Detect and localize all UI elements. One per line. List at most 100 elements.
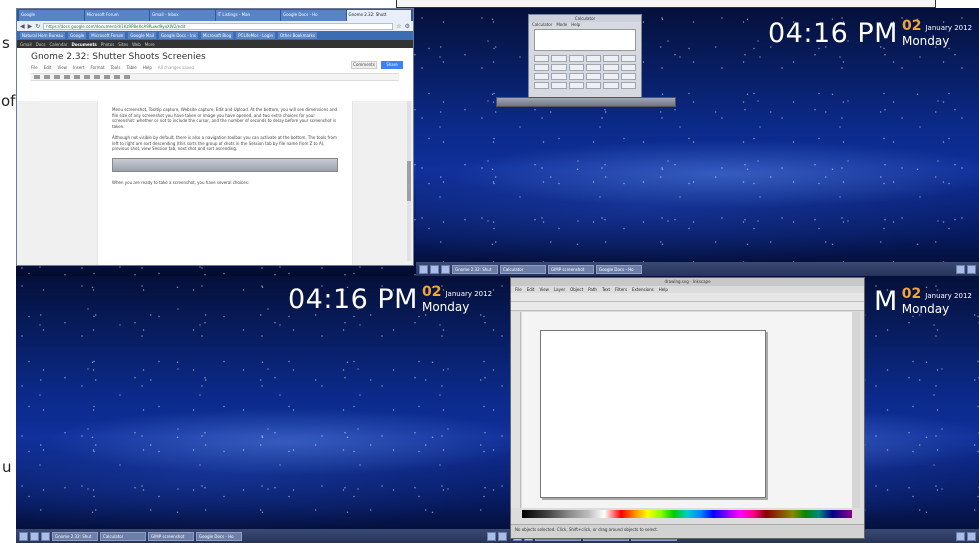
browser-icon[interactable] (441, 264, 450, 274)
italic-icon[interactable] (84, 75, 90, 79)
calc-key[interactable] (534, 64, 550, 71)
calc-key[interactable] (568, 73, 584, 80)
ink-menu-item[interactable]: Extensions (632, 286, 654, 293)
inkscape-vertical-scrollbar[interactable] (852, 312, 860, 508)
bookmark-item[interactable]: PCLifeMor - Login (236, 32, 275, 39)
calc-key[interactable] (551, 82, 567, 89)
calc-menu-item[interactable]: Calculator (532, 22, 552, 27)
browser-icon[interactable] (41, 531, 50, 541)
calculator-window[interactable]: Calculator Calculator Mode Help (528, 14, 642, 102)
calc-key[interactable] (534, 55, 550, 62)
inkscape-toolbox[interactable] (511, 312, 521, 508)
calc-key[interactable] (620, 73, 636, 80)
align-icon[interactable] (124, 75, 130, 79)
doc-menu-item[interactable]: Help (143, 65, 152, 70)
terminal-icon[interactable] (30, 531, 39, 541)
ink-menu-item[interactable]: Help (659, 286, 668, 293)
ink-menu-item[interactable]: Filters (615, 286, 627, 293)
ink-menu-item[interactable]: View (539, 286, 549, 293)
star-icon[interactable]: ☆ (396, 23, 401, 30)
url-input[interactable]: https://docs.google.com/document/d/1Kz9P… (43, 22, 394, 30)
calc-key[interactable] (551, 73, 567, 80)
comments-button[interactable]: Comments (351, 61, 377, 69)
calc-key[interactable] (568, 64, 584, 71)
calc-key[interactable] (620, 82, 636, 89)
list-icon[interactable] (114, 75, 120, 79)
doc-menu-item[interactable]: Table (126, 65, 136, 70)
calc-key[interactable] (568, 82, 584, 89)
app-link[interactable]: Sites (118, 42, 128, 47)
calc-key[interactable] (585, 64, 602, 71)
calc-key[interactable] (585, 82, 602, 89)
taskbar-task[interactable]: GIMP screenshot (548, 264, 594, 274)
calc-key[interactable] (568, 55, 584, 62)
taskbar-task[interactable]: Gnome 2.32: Shut (52, 531, 98, 541)
calc-key[interactable] (585, 73, 602, 80)
doc-title[interactable]: Gnome 2.32: Shutter Shoots Screenies (31, 52, 399, 62)
browser-tab[interactable]: IT Listings - Man (215, 10, 280, 21)
ink-menu-item[interactable]: Edit (527, 286, 535, 293)
doc-menu-item[interactable]: File (31, 65, 38, 70)
inkscape-page[interactable] (540, 330, 766, 498)
browser-window[interactable]: Google Microsoft Forum Gmail - Inbox IT … (16, 8, 414, 266)
inkscape-canvas[interactable] (522, 312, 852, 508)
link-icon[interactable] (104, 75, 110, 79)
calc-menu-item[interactable]: Help (571, 22, 580, 27)
browser-tab-active[interactable]: Gnome 2.32: Shutt (346, 10, 411, 21)
menu-icon[interactable] (19, 531, 28, 541)
inkscape-tool-controls[interactable] (511, 302, 864, 311)
calc-key[interactable] (603, 55, 619, 62)
doc-menu-item[interactable]: Insert (73, 65, 84, 70)
volume-icon[interactable] (956, 264, 965, 274)
bookmark-item[interactable]: Natural Horn Bureau (20, 32, 66, 39)
reload-icon[interactable]: ↻ (35, 23, 40, 30)
volume-icon[interactable] (487, 531, 496, 541)
wrench-icon[interactable]: ⚙ (405, 23, 410, 30)
bookmark-item[interactable]: Google (68, 32, 87, 39)
terminal-icon[interactable] (430, 264, 439, 274)
taskbar-task[interactable]: Calculator (500, 264, 546, 274)
calc-key[interactable] (585, 55, 602, 62)
forward-icon[interactable]: ▶ (28, 23, 33, 30)
taskbar-task[interactable]: Gnome 2.32: Shut (452, 264, 498, 274)
doc-paragraph[interactable]: Although not visible by default, there i… (112, 135, 338, 152)
calc-key[interactable] (534, 82, 550, 89)
calc-key[interactable] (534, 73, 550, 80)
bookmark-item[interactable]: Microsoft Forum (89, 32, 126, 39)
calc-key[interactable] (603, 82, 619, 89)
back-icon[interactable]: ◀ (20, 23, 25, 30)
print-icon[interactable] (54, 75, 60, 79)
inkscape-window[interactable]: drawing.svg - Inkscape File Edit View La… (510, 277, 865, 539)
app-link[interactable]: Documents (71, 42, 96, 47)
calc-key[interactable] (620, 55, 636, 62)
app-link[interactable]: Web (132, 42, 141, 47)
calc-key[interactable] (603, 64, 619, 71)
volume-icon[interactable] (956, 531, 965, 541)
browser-tab[interactable]: Google Docs - Ho (281, 10, 346, 21)
taskbar-task[interactable]: Google Docs - Ho (596, 264, 642, 274)
ink-menu-item[interactable]: File (515, 286, 522, 293)
redo-icon[interactable] (44, 75, 50, 79)
bookmark-item[interactable]: Microsoft Blog (200, 32, 234, 39)
doc-menu-item[interactable]: View (57, 65, 67, 70)
app-link[interactable]: Calendar (49, 42, 67, 47)
taskbar-task[interactable]: Calculator (100, 531, 146, 541)
color-palette[interactable] (522, 510, 852, 518)
doc-paragraph[interactable]: When you are ready to take a screenshot,… (112, 180, 338, 186)
doc-menu-item[interactable]: Tools (111, 65, 121, 70)
underline-icon[interactable] (94, 75, 100, 79)
doc-menu-item[interactable]: Format (90, 65, 104, 70)
undo-icon[interactable] (34, 75, 40, 79)
calculator-toolbar-strip[interactable] (496, 97, 676, 107)
ink-menu-item[interactable]: Object (570, 286, 583, 293)
doc-scrollbar[interactable] (407, 101, 411, 261)
browser-tab[interactable]: Google (19, 10, 84, 21)
ink-menu-item[interactable]: Text (602, 286, 610, 293)
bookmark-item[interactable]: Google Mail (128, 32, 156, 39)
calc-key[interactable] (551, 55, 567, 62)
doc-menu-item[interactable]: Edit (44, 65, 52, 70)
ink-menu-item[interactable]: Layer (554, 286, 565, 293)
taskbar-task[interactable]: Google Docs - Ho (196, 531, 242, 541)
calc-key[interactable] (620, 64, 636, 71)
bookmark-item[interactable]: Google Docs - Ins (158, 32, 198, 39)
